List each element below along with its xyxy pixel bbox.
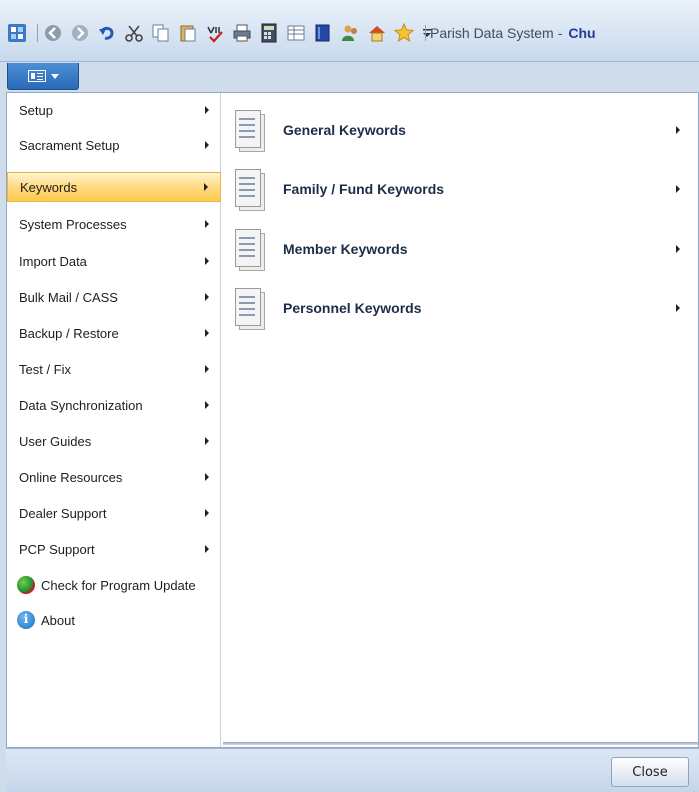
app-logo-icon[interactable] [6, 22, 28, 44]
menu-item-dealer-support[interactable]: Dealer Support [7, 498, 221, 528]
menu-item-system-processes[interactable]: System Processes [7, 209, 221, 239]
chevron-right-icon [205, 106, 209, 114]
toolbar-separator [37, 24, 38, 42]
title-separator-bar [425, 25, 426, 41]
chevron-right-icon [205, 141, 209, 149]
chevron-right-icon [205, 545, 209, 553]
grid-icon[interactable] [285, 22, 307, 44]
menu-item-label: User Guides [19, 433, 92, 449]
menu-item-label: PCP Support [19, 541, 95, 557]
menu-item-label: Data Synchronization [19, 397, 143, 413]
forward-icon[interactable] [69, 22, 91, 44]
application-menu-icon [27, 70, 46, 82]
users-icon[interactable] [339, 22, 361, 44]
print-icon[interactable] [231, 22, 253, 44]
menu-item-label: Keywords [20, 179, 78, 195]
menu-item-sacrament-setup[interactable]: Sacrament Setup [7, 130, 221, 160]
chevron-right-icon [205, 257, 209, 265]
window-title: Parish Data System - Chu [425, 22, 596, 44]
chevron-right-icon [205, 401, 209, 409]
chevron-down-icon [50, 73, 59, 79]
close-button[interactable]: Close [611, 757, 689, 787]
menu-item-bulk-mail[interactable]: Bulk Mail / CASS [7, 282, 221, 312]
menu-item-label: Import Data [19, 253, 87, 269]
menu-item-label: Test / Fix [19, 361, 72, 377]
menu-item-pcp-support[interactable]: PCP Support [7, 534, 221, 564]
menu-item-label: Backup / Restore [19, 325, 119, 341]
menu-item-user-guides[interactable]: User Guides [7, 426, 221, 456]
chevron-right-icon [676, 185, 680, 193]
menu-item-import-data[interactable]: Import Data [7, 246, 221, 276]
chevron-right-icon [205, 220, 209, 228]
info-icon [17, 611, 35, 629]
chevron-right-icon [205, 293, 209, 301]
back-icon[interactable] [42, 22, 64, 44]
menu-item-label: Setup [19, 102, 53, 118]
menu-item-setup[interactable]: Setup [7, 95, 221, 125]
chevron-right-icon [205, 473, 209, 481]
menu-item-label: Sacrament Setup [19, 137, 120, 153]
menu-item-label: Bulk Mail / CASS [19, 289, 118, 305]
church-name: Chu [568, 25, 596, 41]
chevron-right-icon [205, 329, 209, 337]
document-icon [233, 227, 267, 271]
application-menu-panel: Setup Sacrament Setup Keywords System Pr… [6, 92, 699, 748]
chevron-right-icon [676, 126, 680, 134]
spellcheck-icon[interactable] [204, 22, 226, 44]
title-dash: - [557, 25, 563, 41]
submenu-item-label: Family / Fund Keywords [283, 181, 445, 197]
calculator-icon[interactable] [258, 22, 280, 44]
menu-item-label: System Processes [19, 216, 127, 232]
menu-item-online-resources[interactable]: Online Resources [7, 462, 221, 492]
menu-item-label: Dealer Support [19, 505, 107, 521]
toolbar-icon-row [6, 20, 439, 46]
menu-item-test-fix[interactable]: Test / Fix [7, 354, 221, 384]
application-menu-button[interactable] [7, 63, 79, 90]
chevron-right-icon [676, 245, 680, 253]
menu-item-data-synchronization[interactable]: Data Synchronization [7, 390, 221, 420]
menu-item-label: About [41, 612, 75, 628]
cut-icon[interactable] [123, 22, 145, 44]
submenu-item-member-keywords[interactable]: Member Keywords [223, 220, 698, 278]
home-icon[interactable] [366, 22, 388, 44]
submenu-item-general-keywords[interactable]: General Keywords [223, 101, 698, 159]
app-title: Parish Data System [430, 25, 554, 41]
menu-footer: Close [6, 748, 699, 792]
copy-icon[interactable] [150, 22, 172, 44]
chevron-right-icon [205, 509, 209, 517]
menu-item-label: Check for Program Update [41, 577, 196, 593]
submenu-item-label: Member Keywords [283, 241, 408, 257]
document-icon [233, 167, 267, 211]
menu-item-about[interactable]: About [7, 605, 221, 635]
chevron-right-icon [205, 437, 209, 445]
favorite-star-icon[interactable] [393, 22, 415, 44]
submenu-item-label: General Keywords [283, 122, 406, 138]
submenu-bottom-divider [223, 742, 698, 745]
submenu-item-label: Personnel Keywords [283, 300, 422, 316]
book-icon[interactable] [312, 22, 334, 44]
submenu-panel: General Keywords Family / Fund Keywords … [223, 93, 698, 745]
chevron-right-icon [676, 304, 680, 312]
menu-item-backup-restore[interactable]: Backup / Restore [7, 318, 221, 348]
menu-item-label: Online Resources [19, 469, 123, 485]
document-icon [233, 286, 267, 330]
main-menu-list: Setup Sacrament Setup Keywords System Pr… [7, 93, 221, 747]
menu-item-check-update[interactable]: Check for Program Update [7, 570, 221, 600]
program-update-icon [17, 576, 35, 594]
chevron-right-icon [205, 365, 209, 373]
submenu-item-personnel-keywords[interactable]: Personnel Keywords [223, 279, 698, 337]
menu-item-keywords[interactable]: Keywords [7, 172, 221, 202]
paste-icon[interactable] [177, 22, 199, 44]
document-icon [233, 108, 267, 152]
undo-icon[interactable] [96, 22, 118, 44]
submenu-item-family-fund-keywords[interactable]: Family / Fund Keywords [223, 160, 698, 218]
chevron-right-icon [204, 183, 208, 191]
quick-access-toolbar: Parish Data System - Chu [0, 0, 699, 62]
